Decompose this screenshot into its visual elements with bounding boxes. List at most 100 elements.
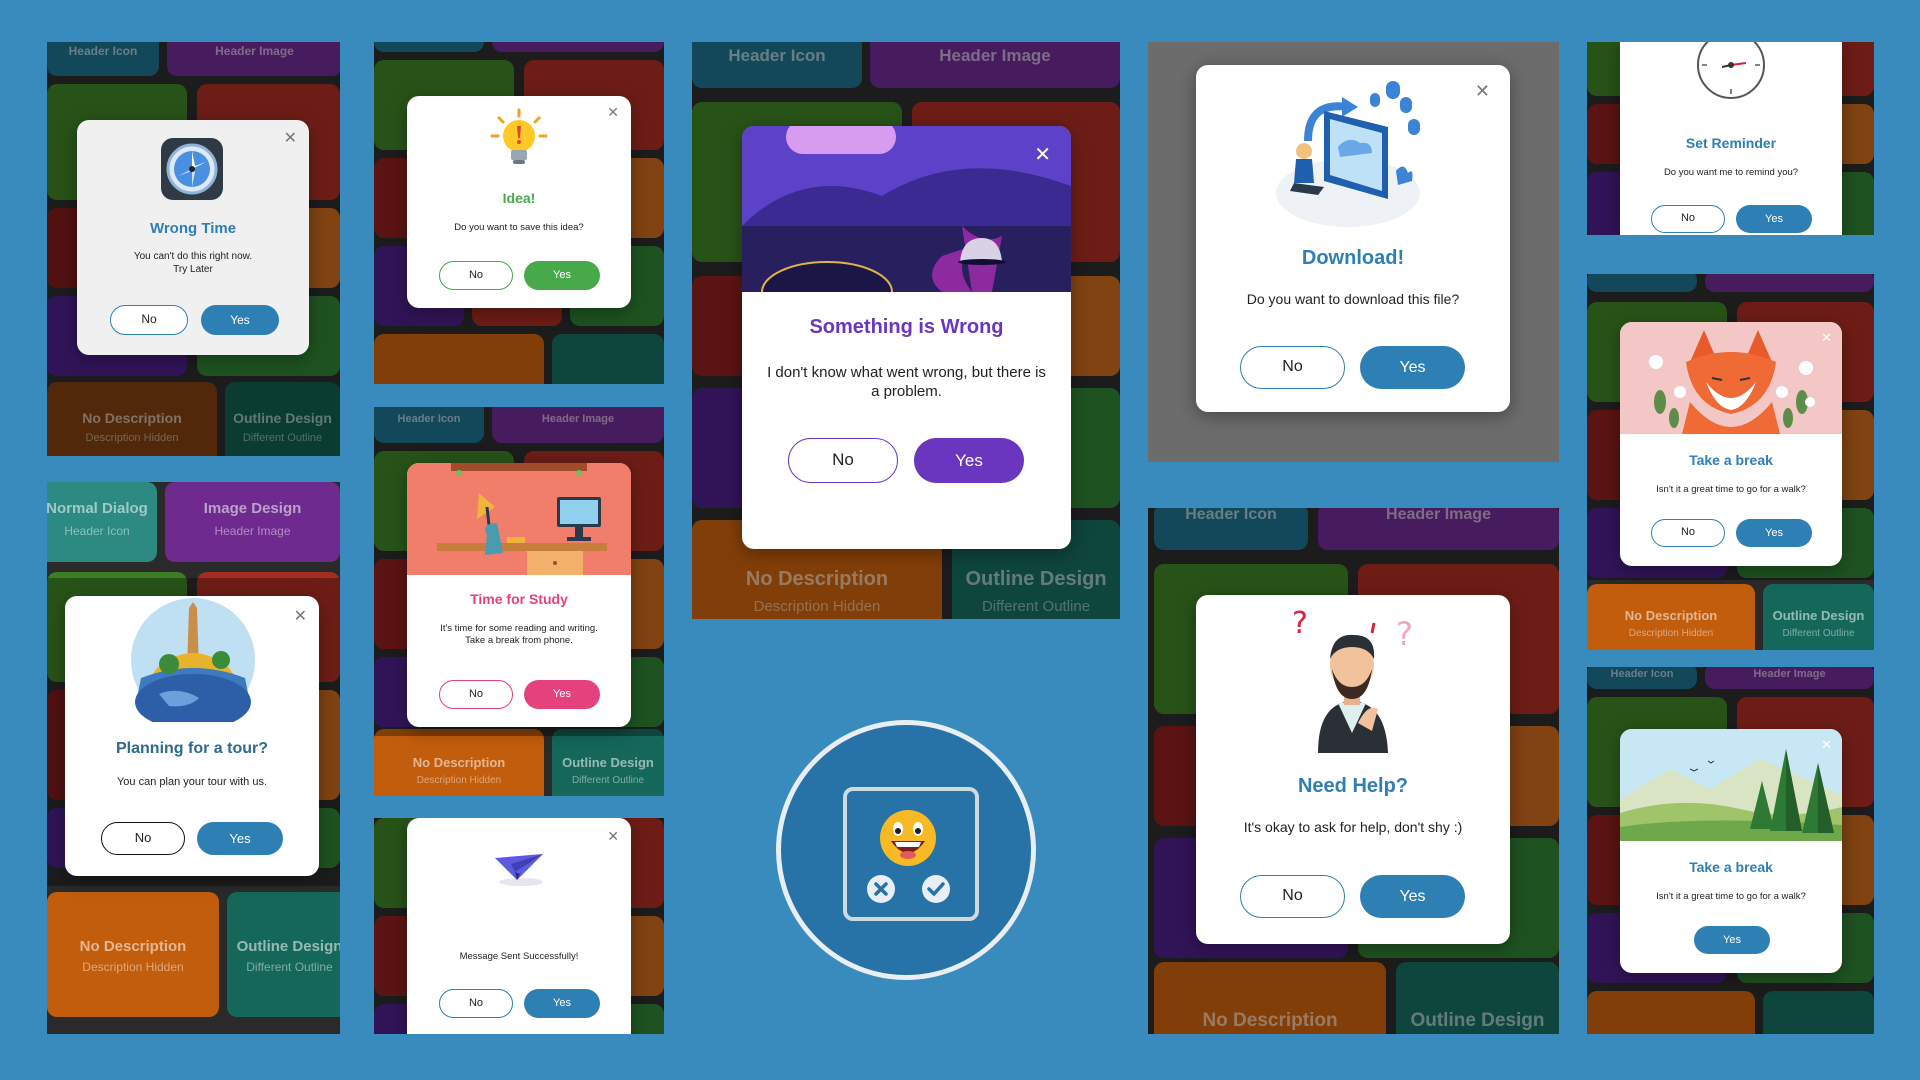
dialog-message-line2: Take a break from phone.: [465, 635, 573, 646]
tile-no-description: No Description Description Hidden: [47, 892, 219, 1017]
dialog-take-break-fox: ✕ Take a break Isn't it a great time to …: [1620, 322, 1842, 566]
dialog-study: ✕ Time for Study It's time for some read…: [407, 463, 631, 727]
dialog-message-line2: Try Later: [173, 264, 213, 275]
panel-planning: Normal Dialog Header Icon Image Design Hea…: [47, 482, 340, 1034]
dialog-title: Wrong Time: [149, 220, 237, 237]
smiley-face-icon: [879, 809, 937, 867]
cloud-download-image: [1268, 71, 1438, 231]
paper-plane-icon: [489, 850, 549, 890]
yes-button[interactable]: Yes: [1360, 346, 1465, 389]
no-button[interactable]: No: [1240, 346, 1345, 389]
dialog-title: Need Help?: [1297, 775, 1409, 797]
tile-normal-dialog: Normal Dialog Header Icon: [47, 482, 157, 562]
no-button[interactable]: No: [439, 989, 513, 1018]
close-icon[interactable]: ✕: [1821, 739, 1832, 752]
panel-take-break-trees: Header Icon Header Image ✕ Take a break …: [1587, 667, 1874, 1034]
panel-something-wrong: Header Icon Header Image No Description D…: [692, 42, 1120, 619]
dialog-message: Message Sent Successfully!: [459, 951, 579, 962]
no-button[interactable]: No: [1651, 519, 1725, 547]
app-logo: [776, 720, 1036, 980]
tile-image-design: Image Design Header Image: [165, 482, 340, 562]
dialog-message: Do you want to download this file?: [1246, 291, 1460, 307]
close-icon[interactable]: ✕: [294, 608, 307, 624]
panel-message-sent: ✕ Message Sent Successfully! No Yes: [374, 818, 664, 1034]
dialog-title: Take a break: [1689, 452, 1773, 468]
x-icon: [866, 874, 896, 904]
yes-button[interactable]: Yes: [1736, 519, 1812, 547]
dialog-planning: ✕ Planning for a tour? You can plan your…: [65, 596, 319, 876]
panel-wrong-time: Header Icon Header Image No Description D…: [47, 42, 340, 456]
yes-button[interactable]: Yes: [524, 989, 600, 1018]
no-button[interactable]: No: [439, 261, 513, 290]
panel-download: ✕ Download! Do you want to download this…: [1148, 42, 1559, 462]
dialog-message: You can plan your tour with us.: [116, 776, 268, 788]
dialog-message: Do you want me to remind you?: [1663, 167, 1799, 178]
dialog-message-line1: You can't do this right now.: [133, 251, 253, 262]
yes-button[interactable]: Yes: [1736, 205, 1812, 233]
yes-button[interactable]: Yes: [1360, 875, 1465, 918]
yes-button[interactable]: Yes: [914, 438, 1024, 483]
confused-man-image: ??: [1288, 603, 1418, 753]
tile-no-description: No Description Description Hidden: [1587, 584, 1755, 650]
no-button[interactable]: No: [788, 438, 898, 483]
globe-icon: [129, 598, 257, 730]
dialog-wrong-time: ✕ Wrong Time You can't do this right now…: [77, 120, 309, 355]
close-icon[interactable]: ✕: [1821, 332, 1832, 345]
dialog-message-sent: ✕ Message Sent Successfully! No Yes: [407, 818, 631, 1034]
yes-button[interactable]: Yes: [1694, 926, 1770, 954]
clock-icon: [161, 138, 223, 200]
dialog-set-reminder: Set Reminder Do you want me to remind yo…: [1620, 42, 1842, 235]
dialog-message-line1: It's time for some reading and writing.: [440, 623, 598, 634]
dialog-message-line2: a problem.: [871, 383, 942, 400]
dialog-something-wrong: ✕ Something is Wrong I don't know what w…: [742, 126, 1071, 549]
panel-take-break-fox: No Description Description Hidden Outline…: [1587, 274, 1874, 650]
yes-button[interactable]: Yes: [524, 680, 600, 709]
dialog-title: Something is Wrong: [809, 316, 1004, 338]
dialog-message: Isn't it a great time to go for a walk?: [1656, 484, 1806, 495]
checkmark-icon: [921, 874, 951, 904]
panel-set-reminder: Set Reminder Do you want me to remind yo…: [1587, 42, 1874, 235]
svg-text:?: ?: [1396, 615, 1413, 653]
close-icon[interactable]: ✕: [607, 106, 619, 120]
no-button[interactable]: No: [110, 305, 188, 335]
close-icon[interactable]: ✕: [284, 130, 297, 146]
study-desk-image: [407, 463, 631, 575]
dialog-message-line1: I don't know what went wrong, but there …: [767, 364, 1046, 381]
no-button[interactable]: No: [1651, 205, 1725, 233]
no-button[interactable]: No: [1240, 875, 1345, 918]
yes-button[interactable]: Yes: [524, 261, 600, 290]
tile-outline-design: Outline Design Different Outline: [227, 892, 340, 1017]
stopwatch-icon: [1696, 42, 1766, 100]
yes-button[interactable]: Yes: [201, 305, 279, 335]
panel-study: Header Icon Header Image No Description D…: [374, 407, 664, 796]
dialog-title: Idea!: [502, 190, 536, 206]
panel-need-help: Header Icon Header Image No Description …: [1148, 508, 1559, 1034]
close-icon[interactable]: ✕: [1034, 144, 1051, 164]
dialog-need-help: ?? Need Help? It's okay to ask for help,…: [1196, 595, 1510, 944]
no-button[interactable]: No: [101, 822, 185, 855]
dialog-title: Download!: [1301, 247, 1405, 269]
svg-text:?: ?: [1292, 606, 1308, 641]
dialog-title: Take a break: [1689, 859, 1773, 875]
tile-outline-design: Outline Design Different Outline: [1763, 584, 1874, 650]
forest-landscape-image: [1620, 729, 1842, 841]
dialog-message: It's okay to ask for help, don't shy :): [1243, 819, 1463, 835]
close-icon[interactable]: ✕: [607, 830, 619, 844]
tile-no-description: No Description Description Hidden: [374, 729, 544, 796]
dialog-take-break-trees: ✕ Take a break Isn't it a great time to …: [1620, 729, 1842, 973]
dialog-title: Planning for a tour?: [116, 740, 268, 757]
night-scene-image: [742, 126, 1071, 323]
dialog-message: Do you want to save this idea?: [454, 222, 584, 233]
yes-button[interactable]: Yes: [197, 822, 283, 855]
tile-outline-design: Outline Design Different Outline: [552, 729, 664, 796]
dialog-download: ✕ Download! Do you want to download this…: [1196, 65, 1510, 412]
dialog-title: Set Reminder: [1685, 135, 1777, 151]
fox-image: [1620, 322, 1842, 434]
no-button[interactable]: No: [439, 680, 513, 709]
lightbulb-icon: [489, 108, 549, 168]
dialog-idea: ✕ Idea! Do you want to save this idea? N…: [407, 96, 631, 308]
close-icon[interactable]: ✕: [1475, 83, 1490, 101]
dialog-message: Isn't it a great time to go for a walk?: [1656, 891, 1806, 902]
panel-idea: ✕ Idea! Do you want to save this idea? N…: [374, 42, 664, 384]
dialog-title: Time for Study: [470, 591, 568, 607]
